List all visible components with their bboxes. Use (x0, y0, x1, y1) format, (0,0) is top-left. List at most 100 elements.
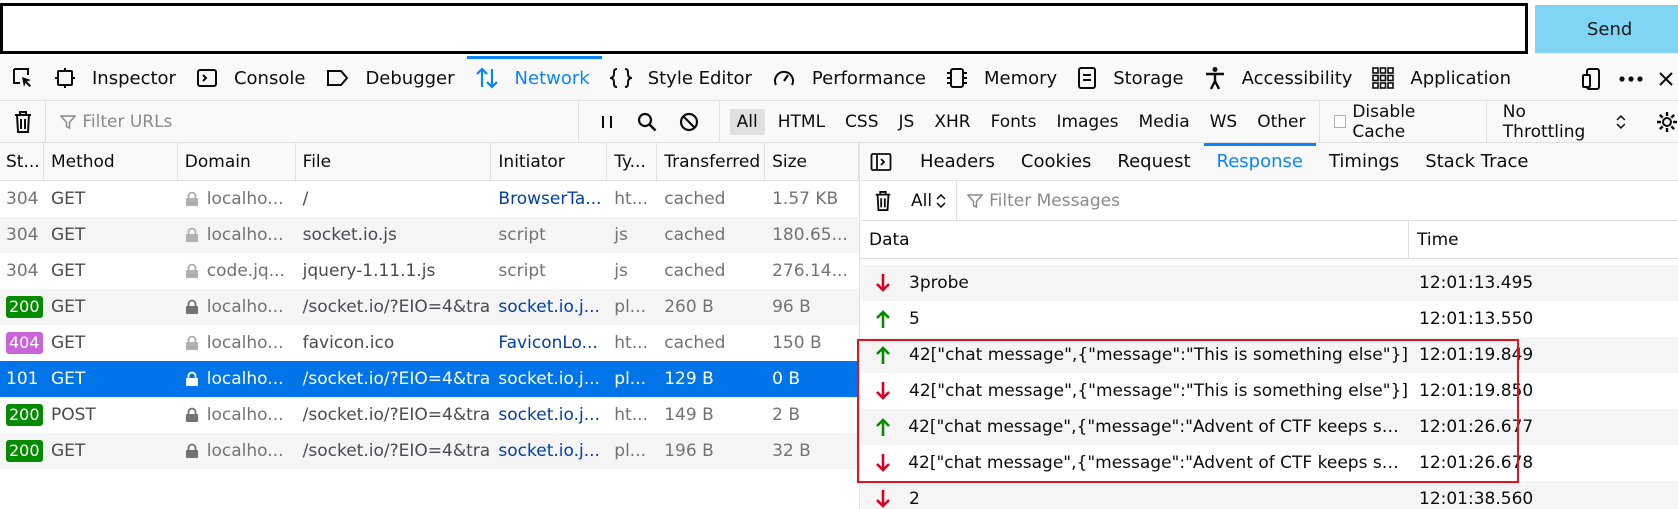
filter-type-fonts[interactable]: Fonts (984, 109, 1044, 135)
domain-text: localho... (206, 225, 284, 245)
filter-type-images[interactable]: Images (1049, 109, 1125, 135)
initiator-cell[interactable]: BrowserTa... (491, 181, 607, 217)
message-row[interactable]: 3probe 12:01:13.495 (861, 265, 1678, 301)
filter-type-media[interactable]: Media (1132, 109, 1197, 135)
network-actions (577, 101, 719, 142)
message-row[interactable]: 42["chat message",{"message":"Advent of … (861, 409, 1678, 445)
table-row[interactable]: 200 POST localho... /socket.io/?EIO=4&tran s… (0, 397, 859, 433)
tab-response[interactable]: Response (1203, 143, 1317, 180)
tab-stack-trace[interactable]: Stack Trace (1412, 143, 1541, 180)
tab-performance[interactable]: Performance (764, 56, 938, 100)
trash-icon (14, 110, 31, 133)
messages-table-header: Data Time (861, 221, 1678, 259)
clear-requests-button[interactable] (0, 110, 45, 134)
initiator-cell[interactable]: socket.io.j... (491, 397, 607, 433)
message-type-select[interactable]: All (905, 181, 958, 220)
tab-console[interactable]: Console (188, 56, 317, 100)
filter-type-all[interactable]: All (729, 108, 765, 135)
column-header-initiator[interactable]: Initiator (491, 143, 608, 180)
element-picker-button[interactable] (0, 56, 46, 100)
filter-type-ws[interactable]: WS (1203, 109, 1245, 135)
column-header-domain[interactable]: Domain (178, 143, 296, 180)
inspector-icon (54, 67, 84, 89)
filter-type-css[interactable]: CSS (838, 109, 885, 135)
tab-application[interactable]: Application (1364, 56, 1523, 100)
column-header-file[interactable]: File (296, 143, 492, 180)
filter-type-other[interactable]: Other (1250, 109, 1312, 135)
tab-style-editor[interactable]: Style Editor (602, 56, 764, 100)
filter-messages-placeholder: Filter Messages (989, 190, 1120, 211)
chat-message-input[interactable] (0, 3, 1528, 54)
tab-memory[interactable]: Memory (938, 56, 1069, 100)
tab-timings[interactable]: Timings (1316, 143, 1412, 180)
disable-cache-checkbox[interactable]: Disable Cache (1318, 101, 1486, 142)
tab-headers[interactable]: Headers (907, 143, 1008, 180)
filter-messages-input[interactable]: Filter Messages (957, 191, 1120, 211)
column-header-transferred[interactable]: Transferred (657, 143, 766, 180)
column-header-size[interactable]: Size (765, 143, 859, 180)
initiator-cell[interactable]: socket.io.j... (491, 289, 607, 325)
initiator-cell[interactable]: FaviconLo... (491, 325, 607, 361)
block-icon[interactable] (679, 112, 699, 132)
initiator-cell[interactable]: socket.io.j... (491, 433, 607, 469)
filter-type-html[interactable]: HTML (771, 109, 832, 135)
message-type-value: All (911, 190, 933, 211)
tab-label: Accessibility (1241, 67, 1353, 89)
table-row[interactable]: 101 GET localho... /socket.io/?EIO=4&tran so… (0, 361, 859, 397)
filter-type-js[interactable]: JS (892, 109, 922, 135)
close-icon[interactable] (1658, 67, 1674, 91)
size-cell: 32 B (772, 441, 811, 461)
more-options-icon[interactable] (1618, 67, 1644, 91)
tab-network[interactable]: Network (466, 56, 602, 100)
filter-urls-input[interactable]: Filter URLs (45, 101, 577, 142)
disable-cache-label: Disable Cache (1352, 101, 1416, 142)
column-header-type[interactable]: Ty... (607, 143, 658, 180)
message-time: 12:01:19.850 (1419, 381, 1534, 401)
grid-icon (1372, 67, 1402, 89)
debugger-icon (325, 67, 357, 89)
table-row[interactable]: 404 GET localho... favicon.ico FaviconLo... h… (0, 325, 859, 361)
tab-cookies[interactable]: Cookies (1008, 143, 1104, 180)
domain-text: localho... (206, 405, 284, 425)
table-row[interactable]: 304 GET localho... socket.io.js script js cach… (0, 217, 859, 253)
initiator-cell[interactable]: socket.io.j... (491, 361, 607, 397)
method-cell: GET (50, 369, 86, 389)
message-row[interactable]: 42["chat message",{"message":"Advent of … (861, 445, 1678, 481)
status-code: 304 (6, 261, 39, 281)
lock-icon (185, 227, 199, 243)
message-row[interactable]: 42["chat message",{"message":"This is so… (861, 337, 1678, 373)
toggle-sidebar-button[interactable] (861, 143, 901, 180)
file-cell: favicon.ico (302, 333, 395, 353)
settings-button[interactable] (1642, 101, 1678, 142)
arrow-up-icon (875, 309, 899, 329)
message-row[interactable]: 42["chat message",{"message":"This is so… (861, 373, 1678, 409)
status-code: 101 (6, 369, 39, 389)
message-row[interactable]: 2 12:01:38.560 (861, 481, 1678, 509)
tab-accessibility[interactable]: Accessibility (1196, 56, 1365, 100)
search-icon[interactable] (637, 112, 657, 132)
table-row[interactable]: 304 GET localho... / BrowserTa... ht... cached… (0, 181, 859, 217)
throttling-select[interactable]: No Throttling (1485, 101, 1642, 142)
transferred-cell: 260 B (664, 297, 714, 317)
tab-inspector[interactable]: Inspector (46, 56, 188, 100)
pause-icon[interactable] (599, 113, 615, 131)
table-row[interactable]: 304 GET code.jq... jquery-1.11.1.js script js… (0, 253, 859, 289)
method-cell: POST (50, 405, 96, 425)
data-column-header[interactable]: Data (861, 221, 1409, 258)
send-button[interactable]: Send (1535, 5, 1678, 53)
clear-messages-button[interactable] (861, 189, 905, 213)
message-row[interactable]: 5 12:01:13.550 (861, 301, 1678, 337)
responsive-design-icon[interactable] (1580, 67, 1604, 91)
network-icon (475, 66, 507, 90)
tab-storage[interactable]: Storage (1069, 56, 1195, 100)
domain-cell: localho... (178, 361, 296, 397)
column-header-status[interactable]: St... (0, 143, 44, 180)
filter-type-xhr[interactable]: XHR (927, 109, 977, 135)
column-header-method[interactable]: Method (44, 143, 178, 180)
tab-request[interactable]: Request (1104, 143, 1203, 180)
table-row[interactable]: 200 GET localho... /socket.io/?EIO=4&tran so… (0, 289, 859, 325)
file-cell: socket.io.js (302, 225, 397, 245)
time-column-header[interactable]: Time (1409, 221, 1459, 258)
table-row[interactable]: 200 GET localho... /socket.io/?EIO=4&tran so… (0, 433, 859, 469)
tab-debugger[interactable]: Debugger (317, 56, 466, 100)
